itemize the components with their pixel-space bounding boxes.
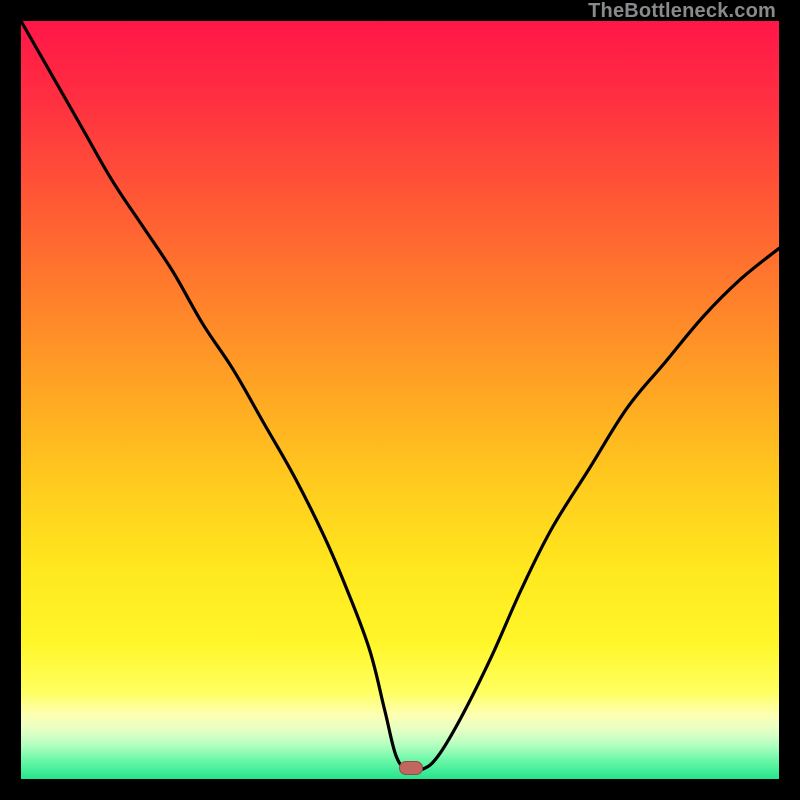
watermark-text: TheBottleneck.com	[588, 0, 776, 23]
optimal-point-marker	[399, 761, 423, 775]
plot-area	[21, 21, 779, 779]
chart-stage: TheBottleneck.com	[0, 0, 800, 800]
background-gradient	[21, 21, 779, 779]
